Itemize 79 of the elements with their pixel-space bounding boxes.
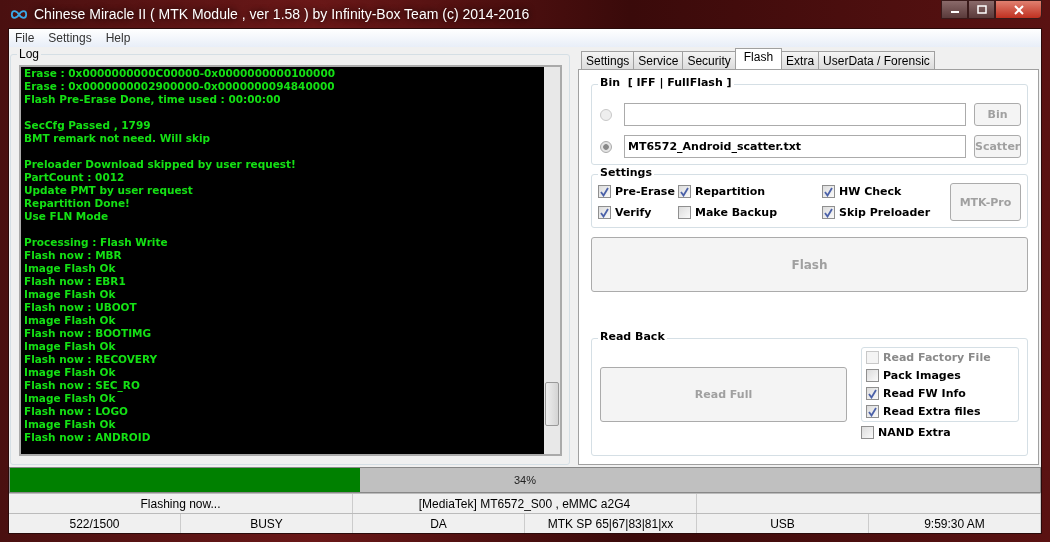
status-text: USB bbox=[697, 514, 869, 533]
log-line: Flash now : ANDROID bbox=[24, 431, 152, 444]
log-line: Use FLN Mode bbox=[24, 210, 110, 223]
close-icon bbox=[1013, 4, 1024, 15]
log-line: Erase : 0x0000000000C00000-0x0000000000100000 bbox=[24, 67, 337, 80]
checkbox[interactable] bbox=[678, 185, 691, 198]
checkbox[interactable] bbox=[598, 185, 611, 198]
log-line: Image Flash Ok bbox=[24, 262, 117, 275]
checkbox[interactable] bbox=[822, 206, 835, 219]
tab[interactable]: UserData / Forensic bbox=[818, 51, 935, 69]
log-line: Repartition Done! bbox=[24, 197, 131, 210]
checkbox-label: Read Factory File bbox=[883, 351, 991, 364]
menu-item[interactable]: Help bbox=[105, 31, 131, 45]
tab[interactable]: Settings bbox=[581, 51, 635, 69]
menu-item[interactable]: File bbox=[15, 31, 35, 45]
log-line: Flash now : LOGO bbox=[24, 405, 129, 418]
log-line: Flash now : MBR bbox=[24, 249, 123, 262]
log-line: PartCount : 0012 bbox=[24, 171, 126, 184]
log-line: Flash now : UBOOT bbox=[24, 301, 138, 314]
log-line: Image Flash Ok bbox=[24, 340, 117, 353]
maximize-button[interactable] bbox=[968, 0, 995, 19]
tab[interactable]: Security bbox=[682, 51, 736, 69]
checkbox[interactable] bbox=[598, 206, 611, 219]
infinity-logo-icon bbox=[10, 8, 28, 20]
checkbox-label: Pack Images bbox=[883, 369, 961, 382]
log-line: Processing : Flash Write bbox=[24, 236, 169, 249]
log-line: Image Flash Ok bbox=[24, 366, 117, 379]
checkbox-label: Make Backup bbox=[695, 206, 778, 219]
checkbox[interactable] bbox=[866, 369, 879, 382]
checkbox[interactable] bbox=[861, 426, 874, 439]
status-text: BUSY bbox=[181, 514, 353, 533]
log-line: Image Flash Ok bbox=[24, 314, 117, 327]
log-line: Flash Pre-Erase Done, time used : 00:00:00 bbox=[24, 93, 282, 106]
log-line: Preloader Download skipped by user request! bbox=[24, 158, 297, 171]
checkbox-label: Read FW Info bbox=[883, 387, 966, 400]
log-label: Log bbox=[17, 47, 42, 61]
checkbox-label: Pre-Erase bbox=[615, 185, 675, 198]
checkbox-label: HW Check bbox=[839, 185, 902, 198]
checkbox[interactable] bbox=[866, 405, 879, 418]
log-line: Erase : 0x0000000002900000-0x0000000094840000 bbox=[24, 80, 336, 93]
checkbox-label: Read Extra files bbox=[883, 405, 981, 418]
scrollbar[interactable] bbox=[544, 67, 560, 454]
close-button[interactable] bbox=[995, 0, 1042, 19]
maximize-icon bbox=[976, 5, 987, 14]
group-title: Read Back bbox=[598, 330, 667, 343]
group-title: Settings bbox=[598, 166, 654, 179]
status-text: [MediaTek] MT6572_S00 , eMMC a2G4 bbox=[353, 494, 697, 513]
checkbox[interactable] bbox=[678, 206, 691, 219]
tab[interactable]: Extra bbox=[781, 51, 820, 69]
checkbox-label: Skip Preloader bbox=[839, 206, 931, 219]
status-text: DA bbox=[353, 514, 525, 533]
group-title: Bin [ IFF | FullFlash ] bbox=[598, 76, 734, 89]
log-line: Flash now : BOOTIMG bbox=[24, 327, 153, 340]
checkbox[interactable] bbox=[866, 387, 879, 400]
menu-item[interactable]: Settings bbox=[48, 31, 92, 45]
log-line: Flash now : EBR1 bbox=[24, 275, 127, 288]
checkbox-label: Verify bbox=[615, 206, 652, 219]
log-line: Flash now : SEC_RO bbox=[24, 379, 141, 392]
log-line: BMT remark not need. Will skip bbox=[24, 132, 212, 145]
minimize-button[interactable] bbox=[941, 0, 968, 19]
checkbox[interactable] bbox=[822, 185, 835, 198]
tab[interactable]: Service bbox=[633, 51, 684, 69]
log-line: Image Flash Ok bbox=[24, 288, 117, 301]
log-line: Flash now : RECOVERY bbox=[24, 353, 159, 366]
scrollbar-thumb[interactable] bbox=[545, 382, 559, 426]
checkbox-label: Repartition bbox=[695, 185, 766, 198]
status-text: 522/1500 bbox=[9, 514, 181, 533]
progress-text: 34% bbox=[514, 474, 536, 486]
tab[interactable]: Flash bbox=[734, 48, 783, 69]
log-line: SecCfg Passed , 1799 bbox=[24, 119, 152, 132]
status-text: 9:59:30 AM bbox=[869, 514, 1041, 533]
log-line: Image Flash Ok bbox=[24, 392, 117, 405]
file-path-field[interactable] bbox=[624, 103, 966, 126]
status-text: Flashing now... bbox=[9, 494, 353, 513]
log-line: Image Flash Ok bbox=[24, 418, 117, 431]
status-text: MTK SP 65|67|83|81|xx bbox=[525, 514, 697, 533]
log-line: Update PMT by user request bbox=[24, 184, 194, 197]
checkbox-label: NAND Extra bbox=[878, 426, 951, 439]
window-title: Chinese Miracle II ( MTK Module , ver 1.58 ) by Infinity-Box Team (c) 2014-2016 bbox=[34, 6, 530, 22]
